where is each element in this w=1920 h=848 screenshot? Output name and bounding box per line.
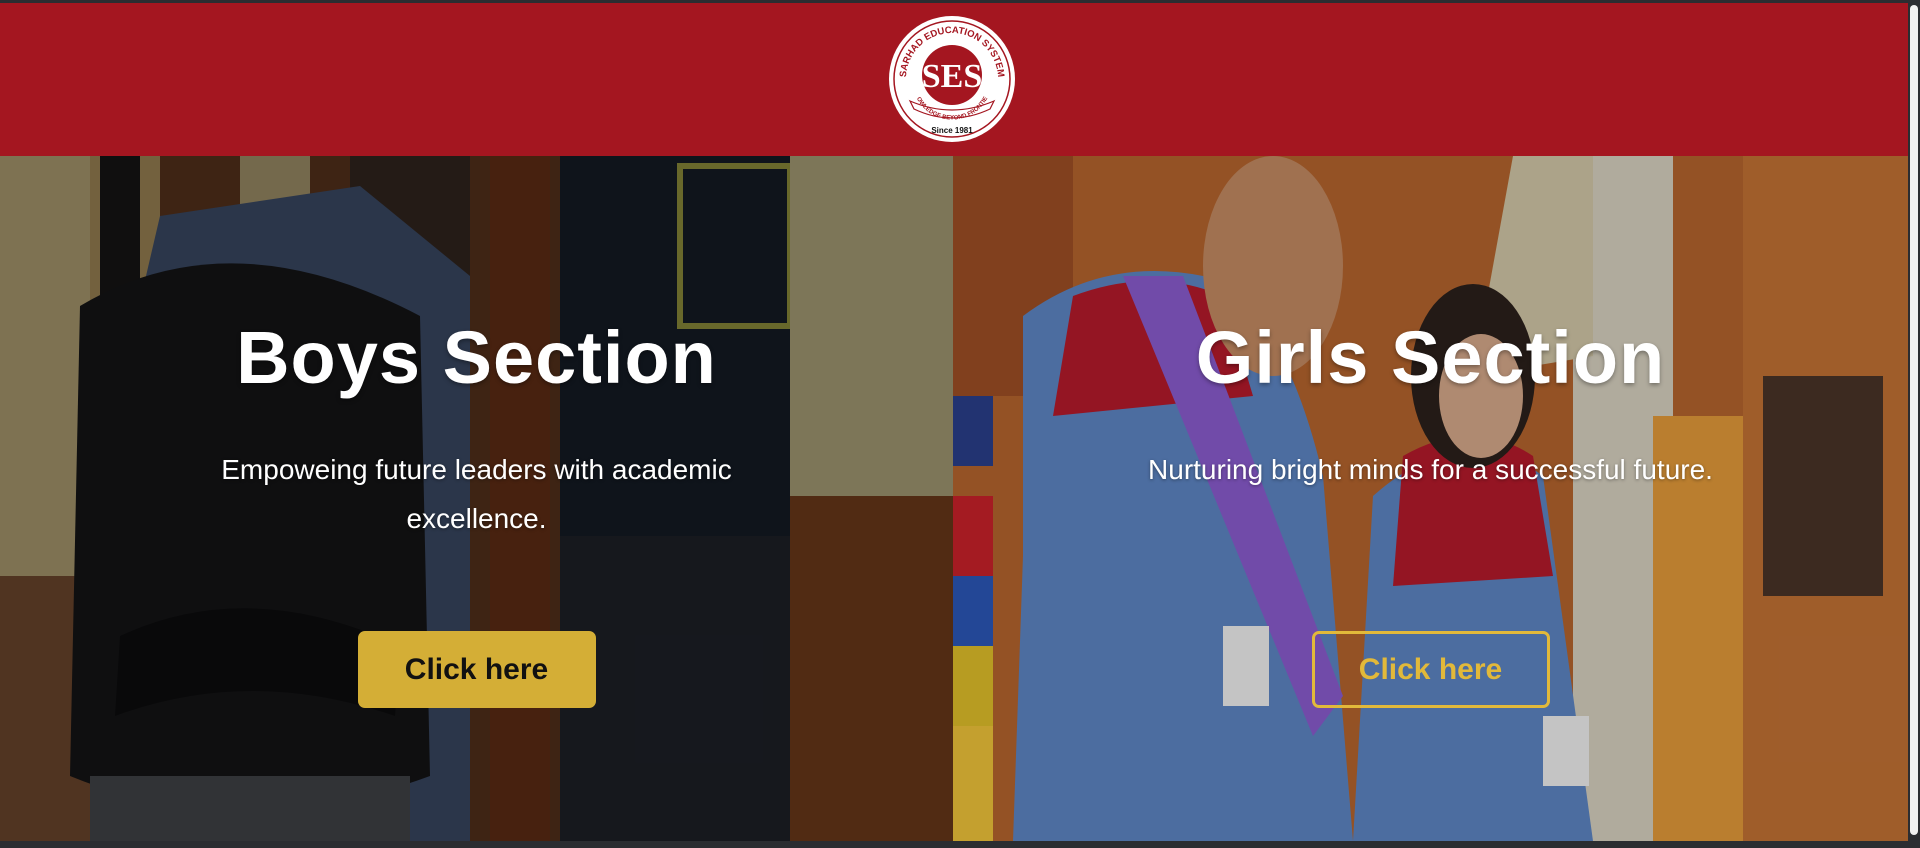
girls-section-description: Nurturing bright minds for a successful …: [1148, 454, 1713, 485]
girls-section-panel: Girls Section Nurturing bright minds for…: [953, 156, 1908, 841]
svg-text:SES: SES: [922, 58, 983, 95]
boys-section-panel: Boys Section Empoweing future leaders wi…: [0, 156, 953, 841]
boys-section-click-here-button[interactable]: Click here: [357, 631, 596, 708]
boys-section-description: Empoweing future leaders with academic e…: [221, 454, 732, 534]
boys-section-content: Boys Section Empoweing future leaders wi…: [0, 156, 953, 841]
scrollbar-thumb[interactable]: [1910, 5, 1918, 835]
svg-text:Since 1981: Since 1981: [931, 126, 973, 135]
girls-section-title: Girls Section: [1195, 316, 1666, 399]
site-header: SARHAD EDUCATION SYSTEM SES KNOWLEDGE BE…: [0, 3, 1908, 156]
bottom-edge-strip: [0, 841, 1920, 848]
boys-section-title: Boys Section: [236, 316, 717, 399]
girls-section-click-here-button[interactable]: Click here: [1311, 631, 1550, 708]
page-scrollbar[interactable]: [1908, 3, 1920, 841]
girls-section-content: Girls Section Nurturing bright minds for…: [953, 156, 1908, 841]
ses-logo[interactable]: SARHAD EDUCATION SYSTEM SES KNOWLEDGE BE…: [888, 15, 1016, 143]
